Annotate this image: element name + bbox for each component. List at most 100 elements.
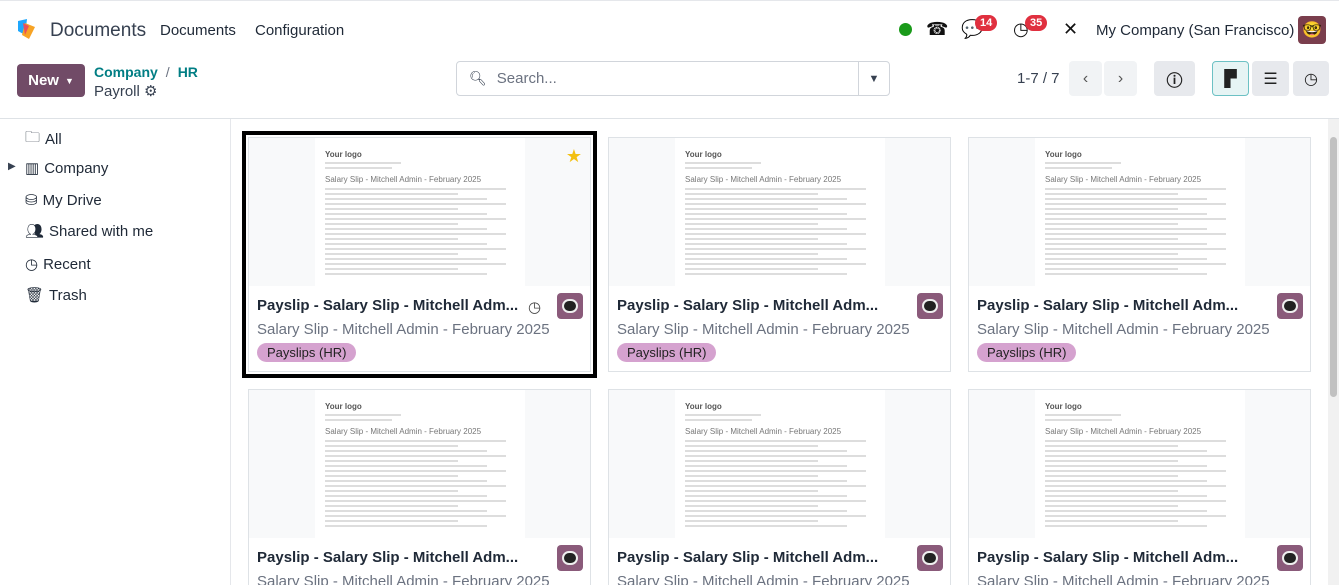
- preview-heading: Salary Slip - Mitchell Admin - February …: [685, 175, 842, 184]
- payslip-thumbnail: Your logo Salary Slip - Mitchell Admin - …: [1035, 138, 1245, 286]
- company-switcher[interactable]: My Company (San Francisco): [1096, 22, 1294, 39]
- document-preview[interactable]: Your logo Salary Slip - Mitchell Admin - …: [609, 138, 950, 286]
- document-preview[interactable]: Your logo Salary Slip - Mitchell Admin - …: [249, 138, 590, 286]
- document-preview[interactable]: Your logo Salary Slip - Mitchell Admin - …: [969, 138, 1310, 286]
- card-description: Salary Slip - Mitchell Admin - February …: [617, 573, 910, 585]
- payslip-thumbnail: Your logo Salary Slip - Mitchell Admin - …: [675, 138, 885, 286]
- search-input[interactable]: Search...: [497, 70, 557, 87]
- new-label: New: [28, 72, 59, 89]
- hdd-icon: ⛁: [25, 192, 38, 209]
- documents-app-logo[interactable]: [15, 17, 39, 41]
- preview-logo: Your logo: [685, 402, 722, 411]
- sidebar-item-label: All: [45, 131, 62, 148]
- gear-icon[interactable]: ⚙: [144, 83, 157, 100]
- card-title: Payslip - Salary Slip - Mitchell Adm...: [617, 549, 879, 566]
- sidebar-item-label: Recent: [43, 255, 91, 273]
- document-card[interactable]: Your logo Salary Slip - Mitchell Admin - …: [242, 131, 597, 378]
- owner-avatar: [917, 545, 943, 571]
- scrollbar[interactable]: [1328, 119, 1339, 585]
- activity-clock-icon[interactable]: ◷: [528, 298, 541, 316]
- document-card[interactable]: Your logo Salary Slip - Mitchell Admin - …: [968, 389, 1311, 585]
- card-description: Salary Slip - Mitchell Admin - February …: [617, 321, 910, 338]
- folder-sidebar: 🗀 All ▶ ▥ Company ⛁ My Drive 👥︎ Shared with …: [0, 119, 231, 585]
- document-card[interactable]: Your logo Salary Slip - Mitchell Admin - …: [248, 389, 591, 585]
- phone-icon[interactable]: ☎: [926, 19, 948, 40]
- card-title: Payslip - Salary Slip - Mitchell Adm...: [617, 297, 879, 314]
- sidebar-item-company[interactable]: ▥ Company: [25, 159, 108, 178]
- pager-value[interactable]: 1-7 / 7: [1017, 70, 1060, 87]
- info-button[interactable]: ⓘ: [1154, 61, 1195, 96]
- caret-right-icon[interactable]: ▶: [8, 161, 16, 172]
- owner-avatar: [557, 545, 583, 571]
- caret-down-icon: ▼: [64, 75, 74, 86]
- document-preview[interactable]: Your logo Salary Slip - Mitchell Admin - …: [609, 390, 950, 538]
- list-icon: ☰: [1263, 70, 1278, 88]
- document-card[interactable]: Your logo Salary Slip - Mitchell Admin - …: [608, 389, 951, 585]
- kanban-view-button[interactable]: ▛: [1212, 61, 1249, 96]
- document-card[interactable]: Your logo Salary Slip - Mitchell Admin - …: [968, 137, 1311, 372]
- card-title: Payslip - Salary Slip - Mitchell Adm...: [257, 549, 519, 566]
- sidebar-item-trash[interactable]: 🗑︎ Trash: [25, 286, 87, 305]
- clock-icon: ◷: [25, 256, 39, 273]
- app-title[interactable]: Documents: [50, 20, 146, 42]
- user-avatar[interactable]: 🤓: [1298, 16, 1326, 44]
- preview-heading: Salary Slip - Mitchell Admin - February …: [325, 427, 482, 436]
- star-icon[interactable]: ★: [566, 146, 582, 167]
- tools-icon[interactable]: ✕: [1063, 19, 1078, 40]
- sidebar-item-all[interactable]: 🗀 All: [25, 127, 62, 152]
- pager-next-button[interactable]: ›: [1104, 61, 1137, 96]
- sidebar-item-label: My Drive: [42, 191, 102, 209]
- kanban-icon: ▛: [1224, 70, 1237, 88]
- users-icon: 👥︎: [25, 223, 45, 240]
- tag-badge: Payslips (HR): [617, 343, 717, 362]
- tag-badge: Payslips (HR): [257, 343, 357, 362]
- breadcrumb-company[interactable]: Company: [94, 64, 158, 80]
- preview-heading: Salary Slip - Mitchell Admin - February …: [685, 427, 842, 436]
- top-navbar: Documents Documents Configuration ☎ 💬 14…: [0, 0, 1339, 58]
- list-view-button[interactable]: ☰: [1252, 61, 1289, 96]
- new-button[interactable]: New ▼: [17, 64, 85, 97]
- scrollbar-thumb[interactable]: [1330, 137, 1337, 397]
- preview-heading: Salary Slip - Mitchell Admin - February …: [325, 175, 482, 184]
- payslip-thumbnail: Your logo Salary Slip - Mitchell Admin - …: [1035, 390, 1245, 538]
- payslip-thumbnail: Your logo Salary Slip - Mitchell Admin - …: [675, 390, 885, 538]
- trash-icon: 🗑︎: [25, 287, 45, 304]
- document-preview[interactable]: Your logo Salary Slip - Mitchell Admin - …: [249, 390, 590, 538]
- card-description: Salary Slip - Mitchell Admin - February …: [257, 321, 550, 338]
- card-description: Salary Slip - Mitchell Admin - February …: [977, 573, 1270, 585]
- menu-documents[interactable]: Documents: [160, 22, 236, 39]
- document-preview[interactable]: Your logo Salary Slip - Mitchell Admin - …: [969, 390, 1310, 538]
- activities-badge: 35: [1025, 15, 1048, 31]
- preview-logo: Your logo: [325, 150, 362, 159]
- pager-previous-button[interactable]: ‹: [1069, 61, 1102, 96]
- card-title: Payslip - Salary Slip - Mitchell Adm...: [977, 297, 1239, 314]
- card-description: Salary Slip - Mitchell Admin - February …: [257, 573, 550, 585]
- kanban-grid: Your logo Salary Slip - Mitchell Admin - …: [232, 119, 1328, 585]
- info-icon: ⓘ: [1166, 72, 1183, 90]
- sidebar-item-recent[interactable]: ◷ Recent: [25, 255, 91, 274]
- presence-status-icon: [899, 23, 912, 36]
- document-card[interactable]: Your logo Salary Slip - Mitchell Admin - …: [608, 137, 951, 372]
- owner-avatar: [1277, 293, 1303, 319]
- sidebar-item-shared[interactable]: 👥︎ Shared with me: [25, 222, 153, 241]
- preview-heading: Salary Slip - Mitchell Admin - February …: [1045, 175, 1202, 184]
- preview-logo: Your logo: [1045, 402, 1082, 411]
- menu-configuration[interactable]: Configuration: [255, 22, 344, 39]
- breadcrumb: Company / HR: [94, 64, 198, 80]
- current-folder: Payroll ⚙: [94, 82, 157, 100]
- preview-logo: Your logo: [325, 402, 362, 411]
- card-description: Salary Slip - Mitchell Admin - February …: [977, 321, 1270, 338]
- sidebar-item-my-drive[interactable]: ⛁ My Drive: [25, 191, 102, 210]
- card-title: Payslip - Salary Slip - Mitchell Adm...: [977, 549, 1239, 566]
- payslip-thumbnail: Your logo Salary Slip - Mitchell Admin - …: [315, 390, 525, 538]
- building-icon: ▥: [25, 160, 40, 177]
- owner-avatar: [917, 293, 943, 319]
- breadcrumb-hr[interactable]: HR: [178, 64, 198, 80]
- folder-icon: 🗀: [25, 129, 41, 146]
- activity-view-button[interactable]: ◷: [1293, 61, 1329, 96]
- page-title: Payroll: [94, 83, 140, 100]
- search-icon: 🔍︎: [469, 70, 487, 86]
- search-bar[interactable]: 🔍︎ Search... ▼: [456, 61, 890, 96]
- preview-heading: Salary Slip - Mitchell Admin - February …: [1045, 427, 1202, 436]
- search-options-toggle[interactable]: ▼: [858, 62, 889, 95]
